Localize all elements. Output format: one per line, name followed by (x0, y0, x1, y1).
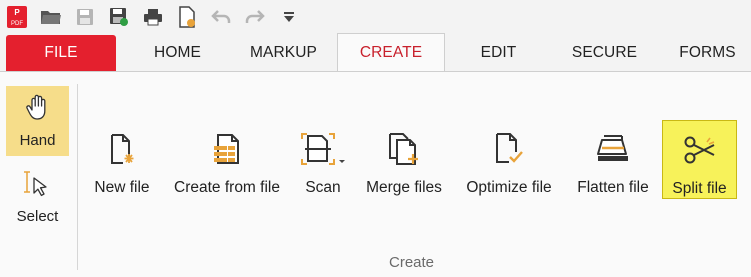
undo-icon[interactable] (208, 4, 234, 30)
optimize-file-button[interactable]: Optimize file (458, 121, 560, 197)
split-file-label: Split file (672, 180, 727, 197)
tab-secure[interactable]: SECURE (558, 34, 651, 72)
svg-text:P: P (14, 8, 20, 17)
save-as-icon[interactable] (106, 4, 132, 30)
new-file-label: New file (94, 179, 150, 196)
document-properties-icon[interactable] (174, 4, 200, 30)
customize-dropdown-icon[interactable] (276, 4, 302, 30)
tab-create[interactable]: CREATE (337, 33, 445, 72)
optimize-file-icon (494, 129, 524, 169)
create-from-file-button[interactable]: Create from file (166, 121, 288, 197)
merge-files-icon (387, 129, 421, 169)
tab-home[interactable]: HOME (131, 34, 224, 72)
pdf-app-logo-icon[interactable]: P PDF (4, 4, 30, 30)
scan-icon (299, 129, 347, 169)
tab-file[interactable]: FILE (6, 35, 116, 71)
hand-tool-button[interactable]: Hand (6, 86, 69, 156)
ribbon-separator (77, 84, 78, 270)
select-tool-label: Select (16, 207, 59, 225)
flatten-file-button[interactable]: Flatten file (569, 121, 657, 197)
scan-label: Scan (305, 179, 341, 196)
tab-forms[interactable]: FORMS (664, 34, 751, 72)
flatten-file-icon (596, 129, 630, 169)
optimize-file-label: Optimize file (466, 179, 552, 196)
flatten-file-label: Flatten file (577, 179, 649, 196)
merge-files-button[interactable]: Merge files (359, 121, 449, 197)
scan-button[interactable]: Scan (297, 121, 349, 197)
create-from-file-label: Create from file (174, 179, 280, 196)
merge-files-label: Merge files (366, 179, 442, 196)
select-cursor-icon (23, 170, 52, 202)
tab-edit[interactable]: EDIT (452, 34, 545, 72)
save-icon[interactable] (72, 4, 98, 30)
open-folder-icon[interactable] (38, 4, 64, 30)
quick-access-toolbar: P PDF (0, 0, 751, 34)
svg-text:PDF: PDF (11, 21, 23, 27)
select-tool-button[interactable]: Select (6, 162, 69, 232)
hand-icon (25, 94, 50, 124)
print-icon[interactable] (140, 4, 166, 30)
ribbon-tabs: FILE HOME MARKUP CREATE EDIT SECURE FORM… (0, 33, 751, 72)
new-file-icon (109, 129, 135, 169)
split-file-button[interactable]: Split file (662, 120, 737, 199)
redo-icon[interactable] (242, 4, 268, 30)
create-from-file-icon (211, 129, 243, 169)
ribbon-panel-create: Hand Select New file Create from file Sc… (0, 71, 751, 277)
hand-tool-label: Hand (19, 131, 56, 149)
tab-markup[interactable]: MARKUP (237, 34, 330, 72)
new-file-button[interactable]: New file (88, 121, 156, 197)
split-file-icon (683, 129, 717, 170)
